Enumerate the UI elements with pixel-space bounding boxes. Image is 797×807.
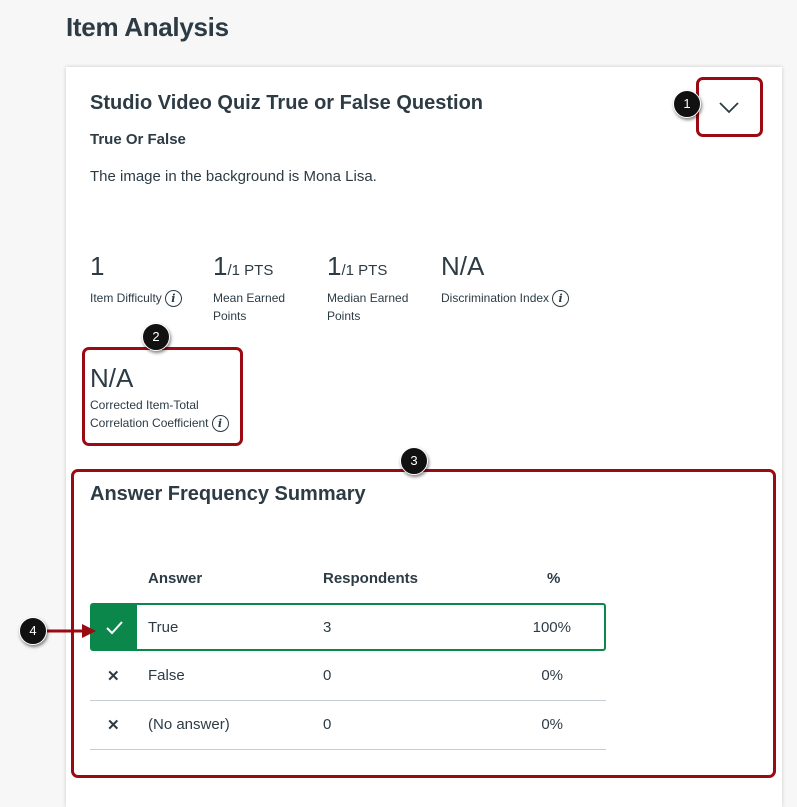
info-icon[interactable]: i	[552, 290, 570, 308]
stat-median-earned-points: 1/1 PTS Median Earned Points	[327, 251, 409, 323]
callout-3: 3	[400, 447, 428, 475]
callout-4: 4	[19, 617, 47, 645]
page-title: Item Analysis	[66, 12, 229, 42]
question-description: The image in the background is Mona Lisa…	[90, 168, 377, 185]
info-icon[interactable]: i	[164, 290, 182, 308]
stat-discrimination-index: N/A Discrimination Index i	[441, 252, 601, 308]
annotation-box-1	[696, 77, 763, 137]
callout-1: 1	[673, 90, 701, 118]
stat-mean-earned-points: 1/1 PTS Mean Earned Points	[213, 251, 286, 323]
stat-item-difficulty: 1 Item Difficulty i	[90, 252, 210, 308]
question-title: Studio Video Quiz True or False Question	[90, 92, 484, 114]
callout-2: 2	[142, 323, 170, 351]
question-type: True Or False	[90, 131, 186, 148]
annotation-box-3	[71, 469, 776, 778]
annotation-box-2	[82, 347, 243, 446]
annotation-arrow	[40, 624, 96, 638]
